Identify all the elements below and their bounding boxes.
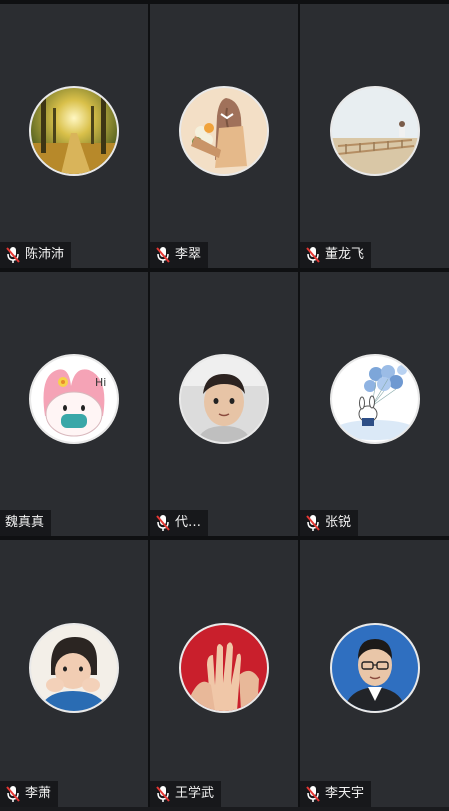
avatar	[329, 353, 420, 444]
name-label: 陈沛沛	[0, 242, 72, 268]
man-glasses-portrait-image	[331, 625, 418, 712]
participant-tile[interactable]: 李天宇	[300, 540, 449, 807]
name-label: 李翠	[150, 242, 209, 268]
participant-name: 王学武	[175, 786, 215, 801]
avatar	[329, 623, 420, 714]
bouquet-image	[181, 87, 267, 174]
balloon-bunny-image	[331, 355, 418, 442]
name-label: 李天宇	[300, 781, 372, 807]
participant-name: 魏真真	[5, 515, 45, 530]
child-portrait-image	[181, 355, 267, 442]
participant-name: 董龙飞	[325, 247, 365, 262]
avatar	[329, 85, 420, 176]
child-hands-face-image	[31, 625, 117, 712]
name-label: 魏真真	[0, 510, 52, 536]
mic-muted-icon[interactable]	[305, 246, 321, 264]
avatar	[29, 623, 119, 714]
mic-muted-icon[interactable]	[5, 785, 21, 803]
participant-name: 李萧	[25, 786, 52, 801]
participant-name: 张锐	[325, 515, 352, 530]
participant-tile[interactable]: Hi 魏真真	[0, 272, 148, 536]
avatar: Hi	[29, 353, 119, 444]
svg-text:Hi: Hi	[95, 376, 106, 389]
participant-name: 陈沛沛	[25, 247, 65, 262]
participant-name: 代…	[175, 515, 202, 530]
mic-muted-icon[interactable]	[305, 514, 321, 532]
participant-tile[interactable]: 李翠	[150, 4, 298, 268]
name-label: 代…	[150, 510, 209, 536]
mic-muted-icon[interactable]	[155, 514, 171, 532]
avatar	[179, 353, 269, 444]
name-label: 王学武	[150, 781, 222, 807]
avatar	[29, 85, 119, 176]
participant-tile[interactable]: 李萧	[0, 540, 148, 807]
avatar	[179, 85, 269, 176]
participant-name: 李翠	[175, 247, 202, 262]
participant-tile[interactable]: 董龙飞	[300, 4, 449, 268]
mic-muted-icon[interactable]	[305, 785, 321, 803]
participant-tile[interactable]: 张锐	[300, 272, 449, 536]
mic-muted-icon[interactable]	[155, 785, 171, 803]
mic-muted-icon[interactable]	[155, 246, 171, 264]
video-grid: 陈沛沛 李翠 董龙飞 Hi 魏真真 代… 张锐 李萧 王学武 李天宇	[0, 4, 449, 807]
participant-tile[interactable]: 陈沛沛	[0, 4, 148, 268]
name-label: 张锐	[300, 510, 359, 536]
my-melody-cartoon-image: Hi	[31, 355, 117, 442]
name-label: 李萧	[0, 781, 59, 807]
mic-muted-icon[interactable]	[5, 246, 21, 264]
boardwalk-image	[331, 87, 418, 174]
participant-name: 李天宇	[325, 786, 365, 801]
participant-tile[interactable]: 王学武	[150, 540, 298, 807]
participant-tile[interactable]: 代…	[150, 272, 298, 536]
avatar	[179, 623, 269, 714]
hands-image	[181, 625, 267, 712]
forest-path-image	[31, 87, 117, 174]
bottom-strip	[0, 807, 449, 811]
name-label: 董龙飞	[300, 242, 372, 268]
